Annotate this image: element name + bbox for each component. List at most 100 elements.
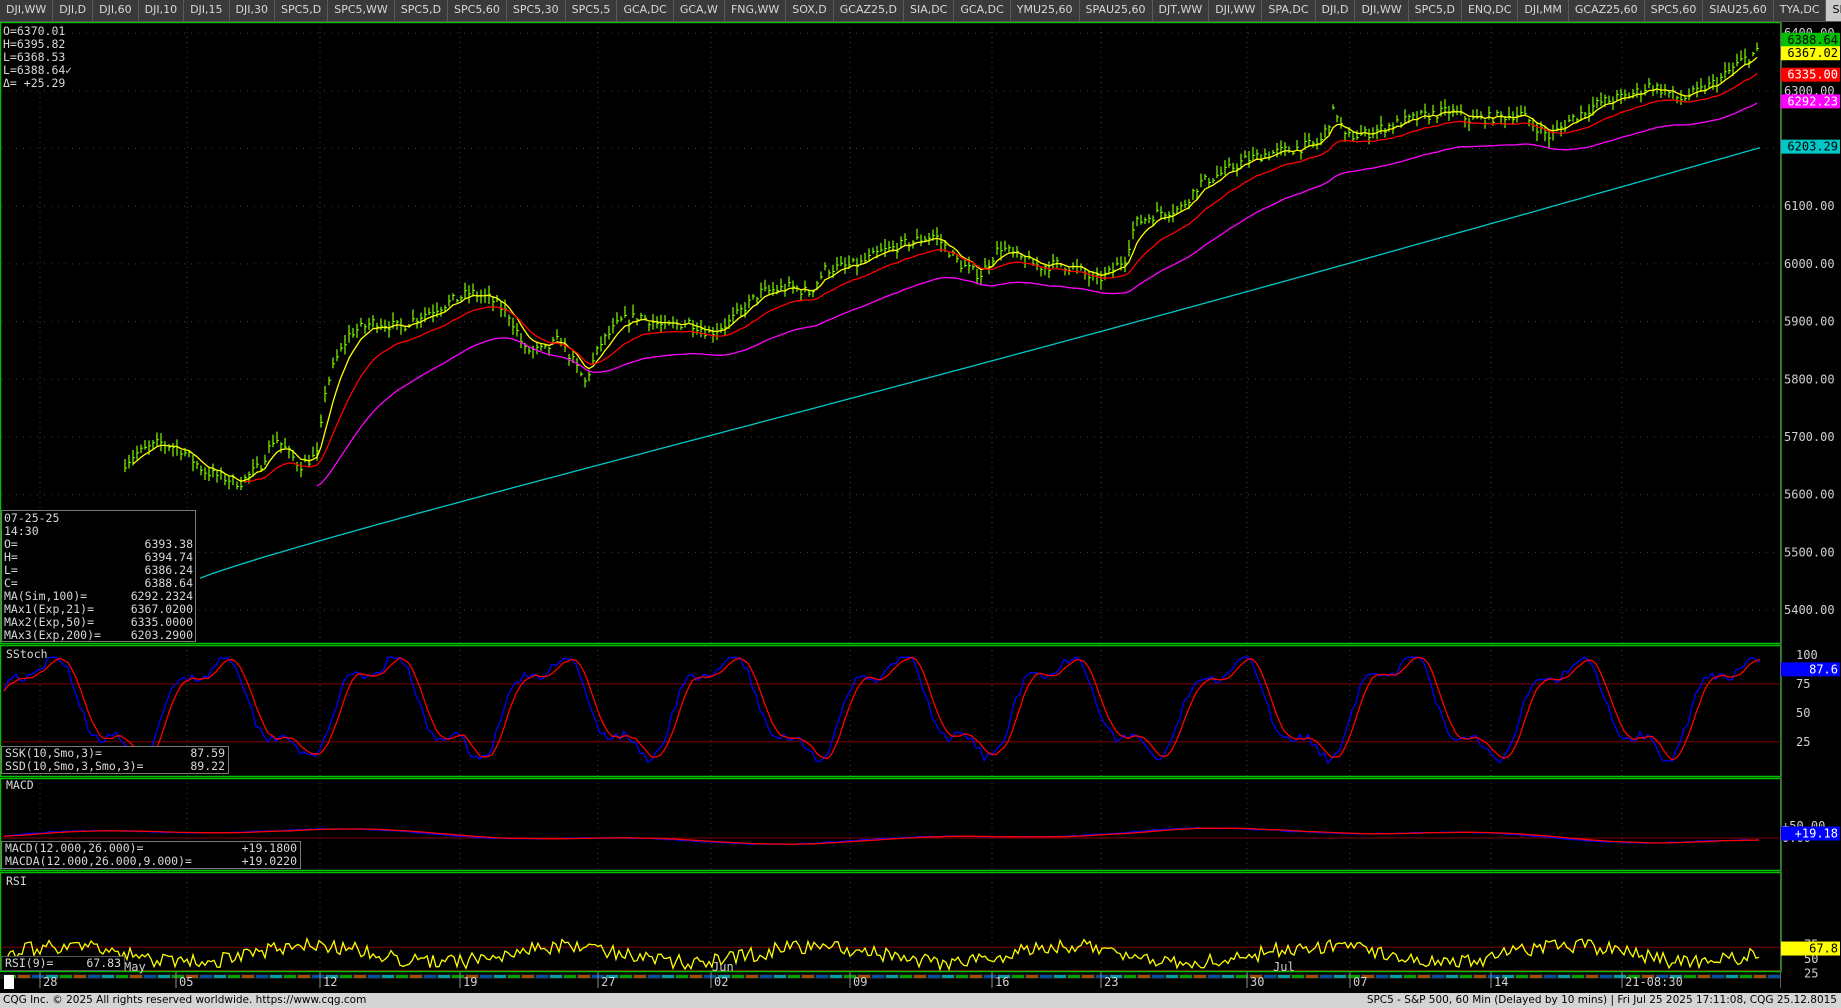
tab-spc5-d[interactable]: SPC5,D (274, 0, 329, 21)
session-marker (438, 975, 450, 978)
tab-spc5-d[interactable]: SPC5,D (1408, 0, 1462, 21)
tab-dji-ww[interactable]: DJI,WW (1355, 0, 1409, 21)
session-marker (18, 975, 30, 978)
macda-label: MACDA(12.000,26.000,9.000)= (5, 854, 192, 868)
tab-spc5-ww[interactable]: SPC5,WW (328, 0, 395, 21)
session-marker (410, 975, 422, 978)
day-label: 30 (1250, 975, 1264, 989)
tab-sox-d[interactable]: SOX,D (786, 0, 834, 21)
tab-spc5-30[interactable]: SPC5,30 (506, 0, 566, 21)
session-marker (760, 975, 772, 978)
tab-spc5-5[interactable]: SPC5,5 (565, 0, 618, 21)
tab-spau25-60[interactable]: SPAU25,60 (1079, 0, 1153, 21)
session-marker (1278, 975, 1290, 978)
price-axis-label: 5800.00 (1784, 372, 1835, 386)
tab-gca-w[interactable]: GCA,W (673, 0, 725, 21)
session-marker (368, 975, 380, 978)
day-label: 23 (1104, 975, 1118, 989)
session-marker (536, 975, 548, 978)
tab-tya-dc[interactable]: TYA,DC (1773, 0, 1827, 21)
session-marker (620, 975, 632, 978)
session-marker (1726, 975, 1738, 978)
ssd-value: 89.22 (190, 759, 225, 773)
stoch-axis-label: 100 (1796, 648, 1818, 662)
session-marker (522, 975, 534, 978)
tab-spc5-60[interactable]: SPC5,60 (1644, 0, 1704, 21)
tab-dji-15[interactable]: DJI,15 (184, 0, 230, 21)
session-marker (942, 975, 954, 978)
session-marker (1236, 975, 1248, 978)
price-tag: 6292.23 (1787, 94, 1838, 108)
stoch-axis-label: 75 (1796, 677, 1810, 691)
tab-spc5-60[interactable]: SPC5,60 (448, 0, 507, 21)
tab-djt-ww[interactable]: DJT,WW (1152, 0, 1210, 21)
price-axis-label: 5500.00 (1784, 545, 1835, 559)
tab-spc5-d[interactable]: SPC5,D (394, 0, 449, 21)
rsi-values-box: RSI(9)= 67.83 (1, 956, 125, 971)
price-tag: 6367.02 (1787, 46, 1838, 60)
session-marker (1082, 975, 1094, 978)
session-marker (956, 975, 968, 978)
status-bar: CQG Inc. © 2025 All rights reserved worl… (0, 993, 1841, 1008)
price-axis-label: 5600.00 (1784, 488, 1835, 502)
tab-dji-mm[interactable]: DJI,MM (1518, 0, 1569, 21)
tab-dji-60[interactable]: DJI,60 (93, 0, 139, 21)
tab-enq-dc[interactable]: ENQ,DC (1461, 0, 1519, 21)
session-marker (1586, 975, 1598, 978)
rsi-label: RSI(9)= (5, 956, 54, 970)
session-marker (1600, 975, 1612, 978)
tab-dji-ww[interactable]: DJI,WW (1209, 0, 1263, 21)
session-marker (88, 975, 100, 978)
day-label: 09 (853, 975, 867, 989)
tab-gca-dc[interactable]: GCA,DC (954, 0, 1011, 21)
price-axis-label: 5700.00 (1784, 430, 1835, 444)
session-marker (424, 975, 436, 978)
tab-sia-dc[interactable]: SIA,DC (903, 0, 955, 21)
tab-dji-10[interactable]: DJI,10 (138, 0, 185, 21)
session-marker (690, 975, 702, 978)
databox-value: 6203.2900 (130, 628, 193, 642)
tab-ymu25-60[interactable]: YMU25,60 (1010, 0, 1080, 21)
tab-siau25-60[interactable]: SIAU25,60 (1703, 0, 1774, 21)
session-marker (830, 975, 842, 978)
databox-key: MAx3(Exp,200)= (4, 628, 101, 642)
session-marker (564, 975, 576, 978)
sma100-line (316, 102, 1758, 487)
session-marker (480, 975, 492, 978)
tab-gca-dc[interactable]: GCA,DC (617, 0, 674, 21)
ema50-line (245, 73, 1758, 483)
session-marker (508, 975, 520, 978)
day-label: 28 (43, 975, 57, 989)
session-marker (1292, 975, 1304, 978)
price-panel-border (0, 21, 1782, 645)
session-marker (1306, 975, 1318, 978)
tab-dji-d[interactable]: DJI,D (53, 0, 94, 21)
tab-dji-d[interactable]: DJI,D (1315, 0, 1356, 21)
rsi-axis-label: 25 (1804, 966, 1818, 980)
session-marker (1040, 975, 1052, 978)
macd-values-box: MACD(12.000,26.000)= +19.1800 MACDA(12.00… (1, 841, 301, 869)
tab-gcaz25-d[interactable]: GCAZ25,D (833, 0, 904, 21)
session-marker (60, 975, 72, 978)
day-label: 14 (1494, 975, 1508, 989)
session-marker (200, 975, 212, 978)
price-axis-label: 6000.00 (1784, 257, 1835, 271)
tab-dji-ww[interactable]: DJI,WW (0, 0, 54, 21)
session-marker (214, 975, 226, 978)
tab-spc5-60[interactable]: SPC5,60 (1826, 0, 1841, 21)
session-marker (382, 975, 394, 978)
price-axis-label: 6100.00 (1784, 199, 1835, 213)
session-marker (1138, 975, 1150, 978)
stoch-axis-label: 25 (1796, 735, 1810, 749)
macda-value: +19.0220 (241, 854, 297, 868)
tab-fng-ww[interactable]: FNG,WW (724, 0, 787, 21)
session-marker (1320, 975, 1332, 978)
day-label: 12 (323, 975, 337, 989)
tab-spa-dc[interactable]: SPA,DC (1262, 0, 1316, 21)
tab-dji-30[interactable]: DJI,30 (229, 0, 275, 21)
tab-gcaz25-60[interactable]: GCAZ25,60 (1568, 0, 1645, 21)
day-label: 27 (601, 975, 615, 989)
day-label: 21-08:30 (1625, 975, 1683, 989)
session-marker (354, 975, 366, 978)
day-label: 05 (179, 975, 193, 989)
